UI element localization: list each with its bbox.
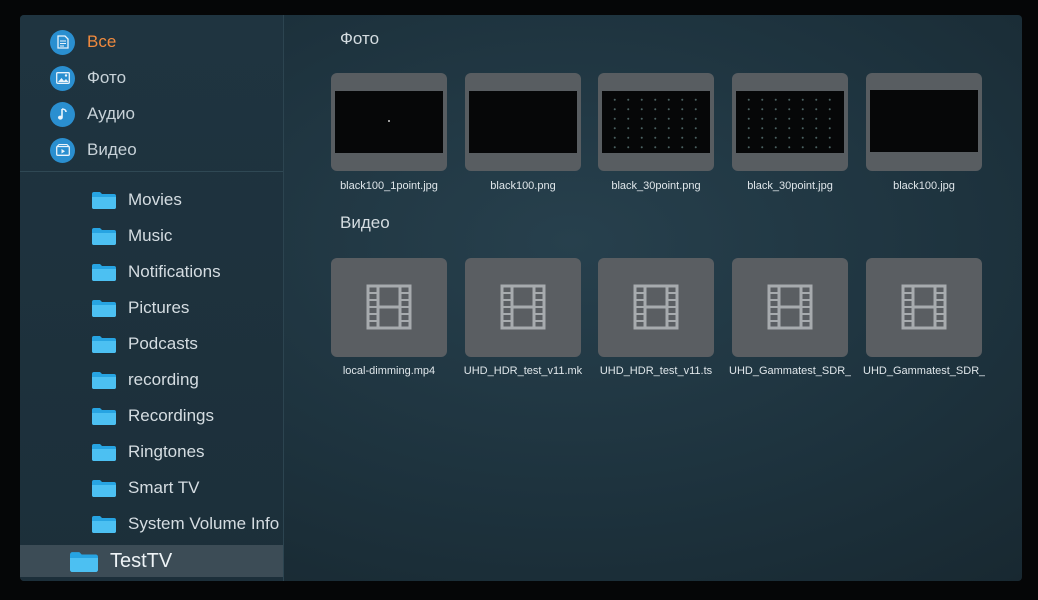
folder-icon (92, 443, 116, 461)
film-strip-icon (633, 284, 679, 330)
section-title-video: Видео (340, 213, 390, 232)
video-tile[interactable] (331, 258, 447, 357)
photo-tile[interactable] (598, 73, 714, 171)
sidebar-divider (20, 171, 283, 172)
folder-icon (92, 227, 116, 245)
folder-label: Notifications (128, 262, 221, 281)
photo-tile[interactable] (331, 73, 447, 171)
folder-icon (92, 263, 116, 281)
folder-label: Recordings (128, 406, 214, 425)
file-name: black100.png (490, 180, 556, 192)
photo-thumbnail (469, 91, 577, 153)
file-name: local-dimming.mp4 (342, 365, 436, 377)
sidebar: Все Фото Аудио Видео Movies Music Notifi… (20, 15, 284, 581)
category-label: Аудио (87, 104, 135, 123)
tv-screen: Все Фото Аудио Видео Movies Music Notifi… (20, 15, 1022, 581)
file-name: black_30point.png (611, 180, 701, 192)
folder-item[interactable]: Smart TV (92, 474, 199, 502)
music-note-icon (50, 101, 75, 127)
dot-grid (608, 95, 704, 149)
photo-thumbnail (736, 91, 844, 153)
folder-item[interactable]: recording (92, 366, 199, 394)
folder-item[interactable]: Recordings (92, 402, 214, 430)
folder-label: Movies (128, 190, 182, 209)
film-strip-icon (901, 284, 947, 330)
photo-tile[interactable] (732, 73, 848, 171)
section-title-photo: Фото (340, 29, 380, 48)
folder-icon (92, 407, 116, 425)
image-icon (50, 65, 75, 91)
file-name: UHD_HDR_test_v11.mk (463, 365, 583, 377)
folder-icon (92, 479, 116, 497)
file-name: UHD_Gammatest_SDR_ (729, 365, 851, 377)
category-photo[interactable]: Фото (50, 63, 126, 93)
folder-icon (70, 551, 98, 572)
folder-icon (92, 335, 116, 353)
folder-label: Ringtones (128, 442, 205, 461)
folder-item[interactable]: Notifications (92, 258, 221, 286)
folder-label: Pictures (128, 298, 190, 317)
folder-icon (92, 515, 116, 533)
folder-label: Music (128, 226, 173, 245)
category-label: Видео (87, 140, 137, 159)
file-name: UHD_HDR_test_v11.ts (599, 365, 713, 377)
category-all[interactable]: Все (50, 27, 116, 57)
single-point (388, 120, 390, 122)
folder-label: System Volume Info (128, 514, 280, 533)
document-icon (50, 29, 75, 55)
folder-icon (92, 371, 116, 389)
video-tile[interactable] (732, 258, 848, 357)
category-label: Все (87, 32, 117, 51)
video-tile[interactable] (866, 258, 982, 357)
film-strip-icon (366, 284, 412, 330)
photo-thumbnail (335, 91, 443, 153)
video-tile[interactable] (598, 258, 714, 357)
photo-thumbnail (602, 91, 710, 153)
folder-item[interactable]: Pictures (92, 294, 189, 322)
folder-item[interactable]: Music (92, 222, 172, 250)
file-name: UHD_Gammatest_SDR_ (863, 365, 985, 377)
file-name: black100_1point.jpg (340, 180, 438, 192)
photo-tile[interactable] (866, 73, 982, 171)
video-icon (50, 137, 75, 163)
folder-item[interactable]: Ringtones (92, 438, 205, 466)
folder-label: recording (128, 370, 199, 389)
folder-icon (92, 299, 116, 317)
folder-item[interactable]: Movies (92, 186, 182, 214)
film-strip-icon (500, 284, 546, 330)
video-tile[interactable] (465, 258, 581, 357)
folder-icon (92, 191, 116, 209)
folder-item-selected[interactable]: TestTV (20, 545, 283, 577)
film-strip-icon (767, 284, 813, 330)
category-audio[interactable]: Аудио (50, 99, 135, 129)
photo-thumbnail (870, 90, 978, 152)
folder-item[interactable]: System Volume Info (92, 510, 279, 538)
folder-label: TestTV (110, 549, 173, 572)
folder-label: Podcasts (128, 334, 198, 353)
category-label: Фото (87, 68, 127, 87)
photo-tile[interactable] (465, 73, 581, 171)
folder-label: Smart TV (128, 478, 200, 497)
file-name: black_30point.jpg (747, 180, 833, 192)
dot-grid (742, 95, 838, 149)
folder-item[interactable]: Podcasts (92, 330, 198, 358)
file-name: black100.jpg (893, 180, 955, 192)
category-video[interactable]: Видео (50, 135, 137, 165)
